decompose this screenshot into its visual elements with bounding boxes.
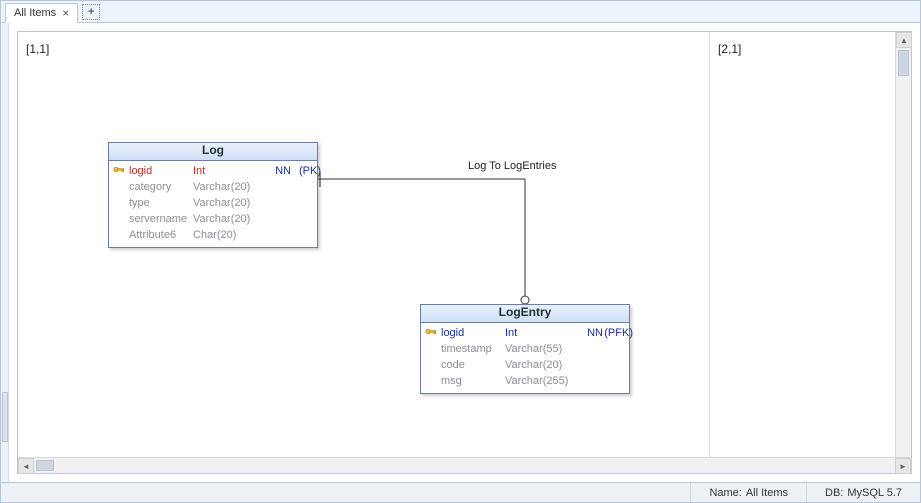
- main-area: [1,1] [2,1] Log To LogEntries Log: [1, 23, 920, 482]
- vertical-scrollbar[interactable]: ▲ ▼: [895, 32, 911, 473]
- status-db-label: DB:: [825, 487, 843, 499]
- col-nn: NN: [581, 327, 603, 339]
- scroll-up-button[interactable]: ▲: [896, 32, 912, 48]
- gutter-handle[interactable]: [2, 392, 8, 442]
- col-key: (PFK): [603, 327, 633, 339]
- entity-logentry-row-msg[interactable]: msg Varchar(255): [425, 373, 625, 389]
- col-name: code: [441, 359, 505, 371]
- entity-logentry-row-logid[interactable]: logid Int NN (PFK): [425, 325, 625, 341]
- horizontal-scrollbar[interactable]: ◄ ►: [18, 457, 911, 473]
- status-name-label: Name:: [709, 487, 741, 499]
- entity-log-row-type[interactable]: type Varchar(20): [113, 195, 313, 211]
- col-type: Varchar(20): [193, 181, 269, 193]
- pane-coords-right: [2,1]: [718, 42, 741, 56]
- col-name: logid: [441, 327, 505, 339]
- add-tab-button[interactable]: +: [82, 4, 100, 20]
- col-name: Attribute6: [129, 229, 193, 241]
- entity-log-rows: logid Int NN (PK) category Varchar(20): [109, 161, 317, 247]
- entity-logentry-row-timestamp[interactable]: timestamp Varchar(55): [425, 341, 625, 357]
- col-type: Int: [505, 327, 581, 339]
- blank-icon: [113, 213, 127, 225]
- entity-log-title[interactable]: Log: [109, 143, 317, 161]
- status-name-cell: Name: All Items: [690, 483, 806, 502]
- status-db-cell: DB: MySQL 5.7: [806, 483, 920, 502]
- blank-icon: [113, 197, 127, 209]
- scroll-right-button[interactable]: ►: [895, 458, 911, 474]
- entity-log[interactable]: Log logid Int NN (PK): [108, 142, 318, 248]
- entity-logentry-row-code[interactable]: code Varchar(20): [425, 357, 625, 373]
- status-bar: Name: All Items DB: MySQL 5.7: [1, 482, 920, 502]
- col-type: Varchar(55): [505, 343, 581, 355]
- col-type: Varchar(20): [505, 359, 581, 371]
- status-name-value: All Items: [746, 487, 788, 499]
- diagram-canvas[interactable]: [1,1] [2,1] Log To LogEntries Log: [18, 32, 895, 457]
- entity-logentry-title[interactable]: LogEntry: [421, 305, 629, 323]
- entity-log-row-logid[interactable]: logid Int NN (PK): [113, 163, 313, 179]
- entity-logentry[interactable]: LogEntry logid Int NN (PFK): [420, 304, 630, 394]
- col-name: category: [129, 181, 193, 193]
- primary-key-icon: [113, 165, 127, 177]
- left-gutter: [1, 23, 9, 482]
- scroll-left-button[interactable]: ◄: [18, 458, 34, 474]
- blank-icon: [425, 375, 439, 387]
- pane-coords-left: [1,1]: [26, 42, 49, 56]
- entity-log-row-servername[interactable]: servername Varchar(20): [113, 211, 313, 227]
- col-type: Varchar(20): [193, 213, 269, 225]
- pane-divider[interactable]: [709, 32, 710, 457]
- vertical-scroll-thumb[interactable]: [898, 50, 909, 76]
- entity-logentry-rows: logid Int NN (PFK) timestamp Varchar(55): [421, 323, 629, 393]
- app-window: All Items × + [1,1] [2,1]: [0, 0, 921, 503]
- col-type: Varchar(255): [505, 375, 581, 387]
- foreign-key-icon: [425, 327, 439, 339]
- entity-log-row-category[interactable]: category Varchar(20): [113, 179, 313, 195]
- tab-close-icon[interactable]: ×: [62, 6, 69, 20]
- blank-icon: [425, 359, 439, 371]
- col-name: timestamp: [441, 343, 505, 355]
- col-name: type: [129, 197, 193, 209]
- tab-all-items[interactable]: All Items ×: [5, 3, 78, 23]
- col-name: servername: [129, 213, 193, 225]
- blank-icon: [425, 343, 439, 355]
- tab-strip: All Items × +: [1, 1, 920, 23]
- blank-icon: [113, 229, 127, 241]
- col-nn: NN: [269, 165, 291, 177]
- col-type: Char(20): [193, 229, 269, 241]
- tab-label: All Items: [14, 7, 56, 19]
- blank-icon: [113, 181, 127, 193]
- col-name: logid: [129, 165, 193, 177]
- col-name: msg: [441, 375, 505, 387]
- col-type: Int: [193, 165, 269, 177]
- status-db-value: MySQL 5.7: [847, 487, 902, 499]
- entity-log-row-attribute6[interactable]: Attribute6 Char(20): [113, 227, 313, 243]
- relationship-label[interactable]: Log To LogEntries: [468, 160, 556, 172]
- canvas-container: [1,1] [2,1] Log To LogEntries Log: [17, 31, 912, 474]
- col-type: Varchar(20): [193, 197, 269, 209]
- col-key: (PK): [291, 165, 321, 177]
- horizontal-scroll-thumb[interactable]: [36, 460, 54, 471]
